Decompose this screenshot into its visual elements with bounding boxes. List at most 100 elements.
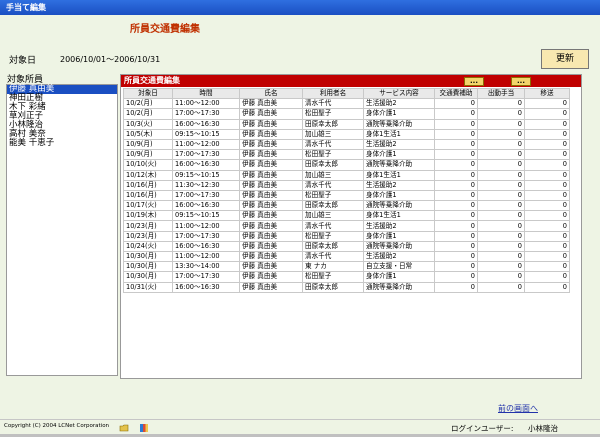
- cell-transport-allowance[interactable]: 0: [434, 179, 478, 191]
- cell-transfer[interactable]: 0: [524, 189, 570, 202]
- folder-icon[interactable]: [119, 418, 129, 432]
- cell-transfer[interactable]: 0: [524, 220, 570, 232]
- table-row[interactable]: 10/9(月) 17:00～17:30 伊藤 真由美 松田聖子 身体介護1 0 0 0: [123, 149, 570, 161]
- cell-time: 11:30～12:30: [172, 179, 240, 191]
- table-row[interactable]: 10/2(月) 11:00～12:00 伊藤 真由美 清水千代 生活援助2 0 0 0: [123, 98, 570, 110]
- cell-dispatch-allowance[interactable]: 0: [477, 281, 525, 293]
- cell-dispatch-allowance[interactable]: 0: [477, 189, 525, 202]
- more-button-2[interactable]: ...: [511, 77, 531, 86]
- cell-dispatch-allowance[interactable]: 0: [477, 220, 525, 232]
- book-icon[interactable]: [139, 418, 149, 432]
- cell-transfer[interactable]: 0: [524, 108, 570, 120]
- col-transfer: 移送: [524, 87, 570, 100]
- cell-transfer[interactable]: 0: [524, 261, 570, 273]
- cell-transport-allowance[interactable]: 0: [434, 118, 478, 130]
- cell-dispatch-allowance[interactable]: 0: [477, 169, 525, 181]
- cell-transport-allowance[interactable]: 0: [434, 200, 478, 212]
- cell-date: 10/16(月): [123, 189, 173, 202]
- more-button-1[interactable]: ...: [464, 77, 484, 86]
- cell-date: 10/5(木): [123, 128, 173, 140]
- cell-transfer[interactable]: 0: [524, 169, 570, 181]
- cell-transport-allowance[interactable]: 0: [434, 159, 478, 171]
- table-row[interactable]: 10/30(月) 11:00～12:00 伊藤 真由美 清水千代 生活援助2 0 0 0: [123, 250, 570, 263]
- update-button[interactable]: 更新: [541, 49, 589, 69]
- cell-transport-allowance[interactable]: 0: [434, 189, 478, 202]
- footer-divider: [0, 419, 600, 420]
- table-row[interactable]: 10/31(火) 16:00～16:30 伊藤 真由美 田原幸太郎 通院等乗降介助 0 0 0: [123, 281, 570, 293]
- table-row[interactable]: 10/23(月) 11:00～12:00 伊藤 真由美 清水千代 生活援助2 0 0 0: [123, 220, 570, 232]
- cell-transfer[interactable]: 0: [524, 159, 570, 171]
- cell-transfer[interactable]: 0: [524, 200, 570, 212]
- cell-transport-allowance[interactable]: 0: [434, 169, 478, 181]
- table-row[interactable]: 10/30(月) 13:30～14:00 伊藤 真由美東 ナカ 自立支援・日常 0 0 0: [123, 261, 570, 273]
- table-row[interactable]: 10/17(火) 16:00～16:30 伊藤 真由美 田原幸太郎 通院等乗降介助 0 0 0: [123, 200, 570, 212]
- cell-transfer[interactable]: 0: [524, 250, 570, 263]
- cell-dispatch-allowance[interactable]: 0: [477, 108, 525, 120]
- cell-dispatch-allowance[interactable]: 0: [477, 271, 525, 283]
- cell-time: 17:00～17:30: [172, 189, 240, 202]
- cell-transfer[interactable]: 0: [524, 118, 570, 130]
- cell-transport-allowance[interactable]: 0: [434, 138, 478, 151]
- cell-transport-allowance[interactable]: 0: [434, 128, 478, 140]
- staff-item[interactable]: 能美 千恵子: [7, 139, 117, 148]
- cell-transport-allowance[interactable]: 0: [434, 210, 478, 222]
- cell-time: 11:00～12:00: [172, 250, 240, 263]
- cell-transfer[interactable]: 0: [524, 149, 570, 161]
- cell-dispatch-allowance[interactable]: 0: [477, 240, 525, 253]
- cell-name: 伊藤 真由美: [239, 210, 303, 222]
- cell-dispatch-allowance[interactable]: 0: [477, 118, 525, 130]
- cell-date: 10/2(月): [123, 98, 173, 110]
- cell-dispatch-allowance[interactable]: 0: [477, 250, 525, 263]
- cell-transport-allowance[interactable]: 0: [434, 261, 478, 273]
- cell-dispatch-allowance[interactable]: 0: [477, 179, 525, 191]
- cell-transport-allowance[interactable]: 0: [434, 271, 478, 283]
- cell-transport-allowance[interactable]: 0: [434, 98, 478, 110]
- table-row[interactable]: 10/12(木) 09:15～10:15 伊藤 真由美 加山雄三 身体1生活1 0 0 0: [123, 169, 570, 181]
- cell-dispatch-allowance[interactable]: 0: [477, 128, 525, 140]
- cell-service: 身体介護1: [363, 149, 435, 161]
- cell-transport-allowance[interactable]: 0: [434, 108, 478, 120]
- cell-dispatch-allowance[interactable]: 0: [477, 138, 525, 151]
- cell-dispatch-allowance[interactable]: 0: [477, 261, 525, 273]
- prev-screen-link[interactable]: 前の画面へ: [498, 403, 538, 414]
- table-row[interactable]: 10/5(木) 09:15～10:15 伊藤 真由美 加山雄三 身体1生活1 0 0 0: [123, 128, 570, 140]
- cell-transport-allowance[interactable]: 0: [434, 230, 478, 242]
- table-row[interactable]: 10/3(火) 16:00～16:30 伊藤 真由美 田原幸太郎 通院等乗降介助 0 0 0: [123, 118, 570, 130]
- cell-transfer[interactable]: 0: [524, 179, 570, 191]
- table-row[interactable]: 10/30(月) 17:00～17:30 伊藤 真由美 松田聖子 身体介護1 0 0 0: [123, 271, 570, 283]
- table-row[interactable]: 10/19(木) 09:15～10:15 伊藤 真由美 加山雄三 身体1生活1 0 0 0: [123, 210, 570, 222]
- cell-transport-allowance[interactable]: 0: [434, 281, 478, 293]
- table-row[interactable]: 10/23(月) 17:00～17:30 伊藤 真由美 松田聖子 身体介護1 0 0 0: [123, 230, 570, 242]
- cell-name: 伊藤 真由美: [239, 200, 303, 212]
- cell-transfer[interactable]: 0: [524, 98, 570, 110]
- cell-dispatch-allowance[interactable]: 0: [477, 230, 525, 242]
- cell-transfer[interactable]: 0: [524, 240, 570, 253]
- cell-dispatch-allowance[interactable]: 0: [477, 200, 525, 212]
- cell-dispatch-allowance[interactable]: 0: [477, 149, 525, 161]
- cell-dispatch-allowance[interactable]: 0: [477, 98, 525, 110]
- cell-transfer[interactable]: 0: [524, 210, 570, 222]
- table-row[interactable]: 10/24(火) 16:00～16:30 伊藤 真由美 田原幸太郎 通院等乗降介助 0 0 0: [123, 240, 570, 253]
- cell-service: 通院等乗降介助: [363, 240, 435, 253]
- cell-time: 16:00～16:30: [172, 159, 240, 171]
- cell-transfer[interactable]: 0: [524, 128, 570, 140]
- table-row[interactable]: 10/16(月) 11:30～12:30 伊藤 真由美 清水千代 生活援助2 0 0 0: [123, 179, 570, 191]
- staff-list[interactable]: 伊藤 真由美 神田正樹 木下 彩緒 草刈正子 小林隆治 高村 美奈 能美 千恵子: [6, 84, 118, 376]
- cell-name: 伊藤 真由美: [239, 261, 303, 273]
- cell-transfer[interactable]: 0: [524, 271, 570, 283]
- cell-transport-allowance[interactable]: 0: [434, 250, 478, 263]
- cell-transfer[interactable]: 0: [524, 138, 570, 151]
- cell-service: 自立支援・日常: [363, 261, 435, 273]
- cell-transport-allowance[interactable]: 0: [434, 220, 478, 232]
- cell-dispatch-allowance[interactable]: 0: [477, 159, 525, 171]
- cell-dispatch-allowance[interactable]: 0: [477, 210, 525, 222]
- cell-service: 身体介護1: [363, 230, 435, 242]
- cell-transfer[interactable]: 0: [524, 230, 570, 242]
- table-row[interactable]: 10/9(月) 11:00～12:00 伊藤 真由美 清水千代 生活援助2 0 0 0: [123, 138, 570, 151]
- table-row[interactable]: 10/2(月) 17:00～17:30 伊藤 真由美 松田聖子 身体介護1 0 0 0: [123, 108, 570, 120]
- cell-transport-allowance[interactable]: 0: [434, 149, 478, 161]
- cell-transport-allowance[interactable]: 0: [434, 240, 478, 253]
- table-row[interactable]: 10/16(月) 17:00～17:30 伊藤 真由美 松田聖子 身体介護1 0 0 0: [123, 189, 570, 202]
- cell-transfer[interactable]: 0: [524, 281, 570, 293]
- table-row[interactable]: 10/10(火) 16:00～16:30 伊藤 真由美 田原幸太郎 通院等乗降介助 0 0 0: [123, 159, 570, 171]
